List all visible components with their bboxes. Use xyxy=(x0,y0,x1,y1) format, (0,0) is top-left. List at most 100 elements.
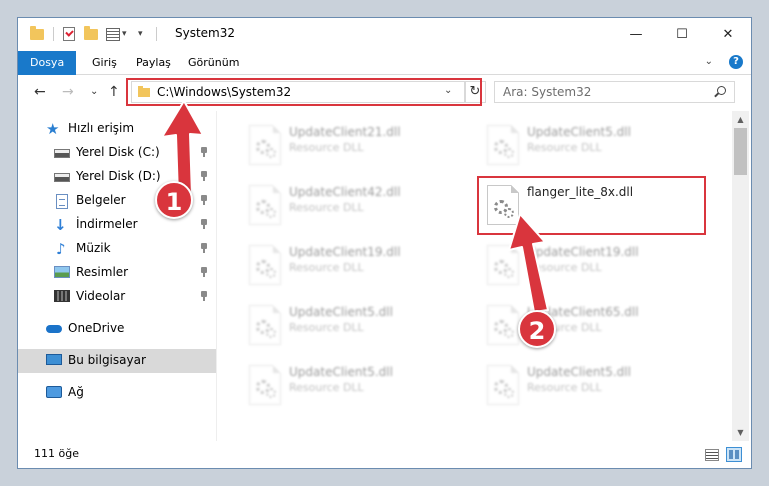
sidebar-item-music[interactable]: ♪ Müzik xyxy=(18,237,216,261)
file-item[interactable]: UpdateClient5.dll Resource DLL xyxy=(479,119,719,171)
status-bar: 111 öğe xyxy=(18,441,751,468)
file-name: UpdateClient42.dll xyxy=(289,185,401,199)
pin-icon[interactable] xyxy=(201,147,207,157)
music-icon: ♪ xyxy=(56,240,66,258)
file-item[interactable]: UpdateClient5.dll Resource DLL xyxy=(241,299,481,351)
pin-icon[interactable] xyxy=(201,267,207,277)
dll-file-icon xyxy=(249,305,281,345)
gear-icon xyxy=(266,328,276,338)
file-item[interactable]: UpdateClient19.dll Resource DLL xyxy=(241,239,481,291)
sidebar-item-onedrive[interactable]: OneDrive xyxy=(18,317,216,341)
up-button[interactable]: ↑ xyxy=(108,84,120,100)
dll-file-icon xyxy=(249,365,281,405)
sidebar-item-label: Hızlı erişim xyxy=(68,121,135,135)
sidebar-item-pictures[interactable]: Resimler xyxy=(18,261,216,285)
close-button[interactable]: ✕ xyxy=(705,18,751,51)
tab-file[interactable]: Dosya xyxy=(18,51,77,75)
file-item[interactable]: UpdateClient5.dll Resource DLL xyxy=(479,359,719,411)
pin-icon[interactable] xyxy=(201,171,207,181)
network-icon xyxy=(46,386,62,398)
search-input[interactable] xyxy=(495,82,705,102)
quick-access-properties-icon[interactable] xyxy=(106,28,120,41)
file-item[interactable]: UpdateClient42.dll Resource DLL xyxy=(241,179,481,231)
tiles-view-icon[interactable] xyxy=(726,447,742,462)
step-badge-2: 2 xyxy=(518,310,556,348)
expand-ribbon-icon[interactable]: ⌄ xyxy=(705,56,713,67)
scroll-thumb[interactable] xyxy=(734,128,747,175)
disk-icon xyxy=(54,173,70,182)
new-folder-icon[interactable] xyxy=(84,26,98,40)
file-name: UpdateClient19.dll xyxy=(527,245,639,259)
file-name: UpdateClient5.dll xyxy=(527,125,631,139)
sidebar-item-network[interactable]: Ağ xyxy=(18,381,216,405)
file-list: UpdateClient21.dll Resource DLL UpdateCl… xyxy=(217,111,732,441)
sidebar-item-label: İndirmeler xyxy=(76,217,138,231)
details-view-icon[interactable] xyxy=(705,449,719,461)
toolbar-separator xyxy=(53,27,54,41)
sidebar-item-label: Belgeler xyxy=(76,193,126,207)
sidebar-item-quick-access[interactable]: ★ Hızlı erişim xyxy=(18,117,216,141)
pin-icon[interactable] xyxy=(201,195,207,205)
file-type: Resource DLL xyxy=(527,141,602,154)
file-name: UpdateClient21.dll xyxy=(289,125,401,139)
gear-icon xyxy=(504,328,514,338)
file-name: UpdateClient5.dll xyxy=(289,305,393,319)
navigation-pane: ★ Hızlı erişim Yerel Disk (C:) Yerel Dis… xyxy=(18,111,216,441)
sidebar-item-this-pc[interactable]: Bu bilgisayar xyxy=(18,349,216,373)
quick-access-dropdown-icon[interactable]: ▾ xyxy=(122,29,127,45)
computer-icon xyxy=(46,354,62,365)
file-highlight-box xyxy=(477,176,706,235)
address-highlight-box xyxy=(126,78,482,106)
pictures-icon xyxy=(54,266,70,278)
sidebar-item-label: OneDrive xyxy=(68,321,125,335)
step-badge-1: 1 xyxy=(155,181,193,219)
back-button[interactable]: ← xyxy=(34,84,46,100)
search-icon[interactable] xyxy=(717,86,726,95)
sidebar-item-local-disk-c[interactable]: Yerel Disk (C:) xyxy=(18,141,216,165)
gear-icon xyxy=(266,388,276,398)
maximize-button[interactable]: ☐ xyxy=(659,18,705,51)
tab-share[interactable]: Paylaş xyxy=(126,51,181,75)
file-type: Resource DLL xyxy=(527,261,602,274)
dll-file-icon xyxy=(249,125,281,165)
vertical-scrollbar[interactable]: ▲ ▼ xyxy=(732,111,749,441)
file-item[interactable]: UpdateClient19.dll Resource DLL xyxy=(479,239,719,291)
recent-locations-button[interactable]: ⌄ xyxy=(90,86,98,97)
sidebar-item-label: Yerel Disk (D:) xyxy=(76,169,161,183)
sidebar-item-label: Yerel Disk (C:) xyxy=(76,145,160,159)
ribbon-tabs: Dosya Giriş Paylaş Görünüm ⌄ ? xyxy=(18,51,751,75)
file-item[interactable]: UpdateClient21.dll Resource DLL xyxy=(241,119,481,171)
search-box[interactable] xyxy=(494,81,735,103)
sidebar-item-label: Müzik xyxy=(76,241,111,255)
pin-icon[interactable] xyxy=(201,243,207,253)
sidebar-item-downloads[interactable]: ↓ İndirmeler xyxy=(18,213,216,237)
customize-toolbar-icon[interactable]: ▾ xyxy=(138,29,143,45)
file-type: Resource DLL xyxy=(527,381,602,394)
dll-file-icon xyxy=(487,245,519,285)
pin-icon[interactable] xyxy=(201,291,207,301)
properties-check-icon[interactable] xyxy=(63,27,75,41)
gear-icon xyxy=(266,148,276,158)
item-count: 111 öğe xyxy=(34,447,79,460)
sidebar-item-label: Videolar xyxy=(76,289,126,303)
sidebar-item-videos[interactable]: Videolar xyxy=(18,285,216,309)
gear-icon xyxy=(504,268,514,278)
file-name: UpdateClient5.dll xyxy=(527,365,631,379)
dll-file-icon xyxy=(487,125,519,165)
scroll-down-icon[interactable]: ▼ xyxy=(732,424,749,441)
help-icon[interactable]: ? xyxy=(729,55,743,69)
file-item[interactable]: UpdateClient5.dll Resource DLL xyxy=(241,359,481,411)
dll-file-icon xyxy=(249,245,281,285)
sidebar-item-label: Bu bilgisayar xyxy=(68,353,146,367)
videos-icon xyxy=(54,290,70,302)
pin-icon[interactable] xyxy=(201,219,207,229)
sidebar-item-label: Ağ xyxy=(68,385,84,399)
tab-home[interactable]: Giriş xyxy=(82,51,127,75)
minimize-button[interactable]: — xyxy=(613,18,659,51)
file-type: Resource DLL xyxy=(289,381,364,394)
documents-icon xyxy=(56,194,68,209)
forward-button[interactable]: → xyxy=(62,84,74,100)
scroll-up-icon[interactable]: ▲ xyxy=(732,111,749,128)
file-item[interactable]: UpdateClient65.dll Resource DLL xyxy=(479,299,719,351)
tab-view[interactable]: Görünüm xyxy=(178,51,249,75)
